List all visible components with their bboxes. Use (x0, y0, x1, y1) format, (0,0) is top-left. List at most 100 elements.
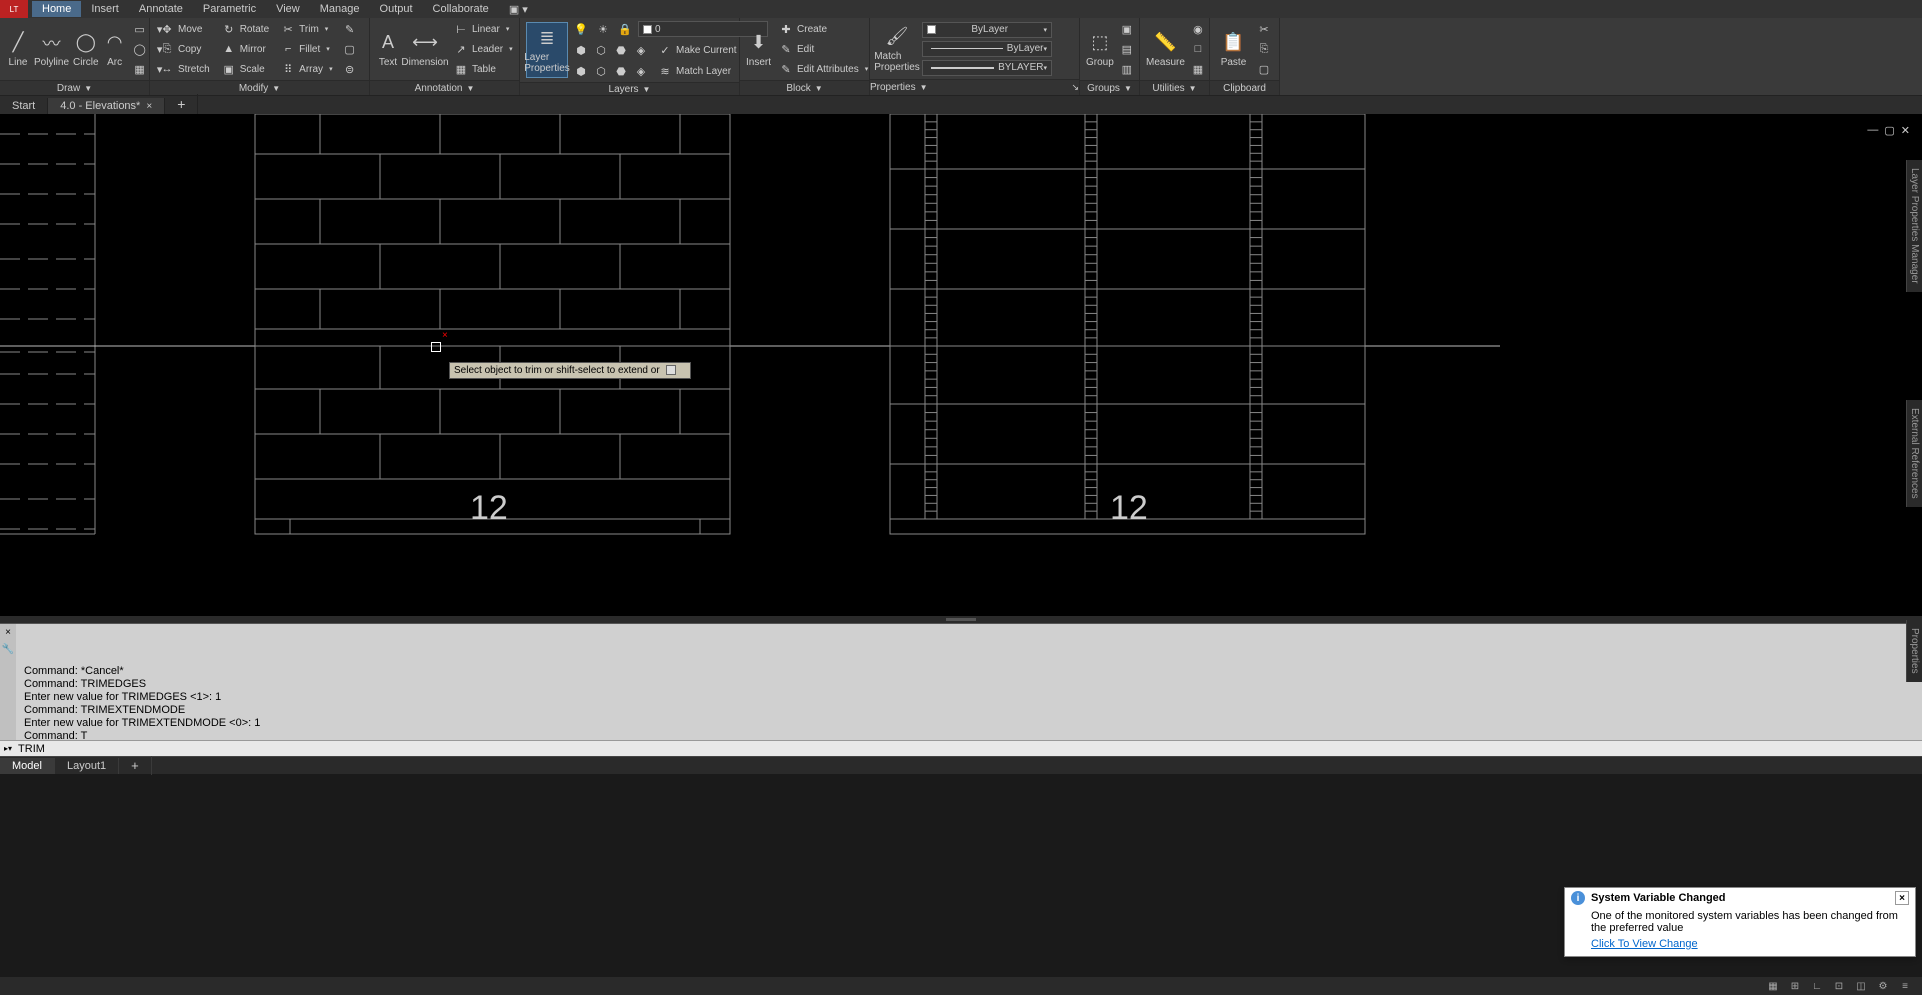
tab-layout-new[interactable]: + (119, 756, 152, 775)
rect-icon[interactable]: ▭ (131, 20, 149, 38)
tab-layout1[interactable]: Layout1 (55, 758, 119, 774)
line-button[interactable]: ╱Line (6, 21, 30, 77)
notification-close-icon[interactable]: × (1895, 891, 1909, 905)
restore-icon[interactable]: ▢ (1884, 124, 1894, 137)
tab-model[interactable]: Model (0, 758, 55, 774)
app-logo[interactable]: LT (0, 0, 28, 18)
panel-title-properties[interactable]: Properties▼↘ (870, 79, 1079, 95)
measure-button[interactable]: 📏Measure (1146, 21, 1185, 77)
trim-button[interactable]: ✂Trim▾ (277, 20, 336, 38)
grp1-icon[interactable]: ▣ (1118, 20, 1136, 38)
explode-icon[interactable]: ▢ (341, 40, 359, 58)
grp2-icon[interactable]: ▤ (1118, 40, 1136, 58)
copy-button[interactable]: ⎘Copy (156, 40, 214, 58)
notification-link[interactable]: Click To View Change (1565, 936, 1915, 956)
rotate-button[interactable]: ↻Rotate (218, 20, 273, 38)
command-input[interactable]: ▸▾ TRIM (0, 740, 1922, 756)
util3-icon[interactable]: ▦ (1189, 60, 1207, 78)
panel-title-groups[interactable]: Groups▼ (1080, 80, 1139, 95)
erase-icon[interactable]: ✎ (341, 20, 359, 38)
tooltip-toggle-icon[interactable] (666, 365, 676, 375)
lstate4-icon[interactable]: ◈ (632, 41, 650, 59)
ellipse-icon[interactable]: ◯ (131, 40, 149, 58)
command-resize-handle[interactable] (0, 616, 1922, 624)
drawing-canvas[interactable]: 12 12 × Select object to trim or shift-s… (0, 114, 1922, 616)
status-icon[interactable]: ⊞ (1786, 979, 1804, 993)
status-icon[interactable]: ⚙ (1874, 979, 1892, 993)
clip-icon[interactable]: ▢ (1255, 60, 1273, 78)
insert-button[interactable]: ⬇Insert (746, 21, 771, 77)
menu-tab-extra[interactable]: ▣ ▾ (499, 1, 538, 18)
scale-button[interactable]: ▣Scale (218, 60, 273, 78)
palette-layer-properties[interactable]: Layer Properties Manager (1906, 160, 1922, 292)
array-button[interactable]: ⠿Array▾ (277, 60, 336, 78)
minimize-icon[interactable]: — (1867, 124, 1878, 137)
lock-icon[interactable]: 🔒 (616, 20, 634, 38)
fillet-button[interactable]: ⌐Fillet▾ (277, 40, 336, 58)
move-button[interactable]: ✥Move (156, 20, 214, 38)
panel-title-clipboard[interactable]: Clipboard (1210, 80, 1279, 95)
lstate5-icon[interactable]: ⬢ (572, 62, 590, 80)
linetype-combo[interactable]: ByLayer▾ (922, 41, 1052, 57)
create-button[interactable]: ✚Create (775, 20, 872, 38)
edit-attributes-button[interactable]: ✎Edit Attributes▾ (775, 60, 872, 78)
panel-title-draw[interactable]: Draw▼ (0, 80, 149, 95)
command-history[interactable]: × 🔧 Command: *Cancel* Command: TRIMEDGES… (0, 624, 1922, 740)
cmd-close-icon[interactable]: × (5, 626, 11, 639)
menu-tab-home[interactable]: Home (32, 1, 81, 17)
menu-tab-output[interactable]: Output (370, 1, 423, 17)
leader-button[interactable]: ↗Leader▾ (450, 40, 517, 58)
lstate6-icon[interactable]: ⬡ (592, 62, 610, 80)
edit-button[interactable]: ✎Edit (775, 40, 872, 58)
status-icon[interactable]: ▦ (1764, 979, 1782, 993)
polyline-button[interactable]: 〰Polyline (34, 21, 69, 77)
table-button[interactable]: ▦Table (450, 60, 517, 78)
grp3-icon[interactable]: ▥ (1118, 60, 1136, 78)
close-icon[interactable]: × (146, 101, 152, 112)
bulb-icon[interactable]: 💡 (572, 20, 590, 38)
paste-button[interactable]: 📋Paste (1216, 21, 1251, 77)
close-view-icon[interactable]: ✕ (1901, 124, 1910, 137)
menu-tab-view[interactable]: View (266, 1, 310, 17)
util1-icon[interactable]: ◉ (1189, 20, 1207, 38)
panel-title-annotation[interactable]: Annotation▼ (370, 80, 519, 95)
text-button[interactable]: AText (376, 21, 400, 77)
linear-button[interactable]: ⊢Linear▾ (450, 20, 517, 38)
menu-tab-parametric[interactable]: Parametric (193, 1, 266, 17)
tab-new[interactable]: + (165, 94, 198, 114)
panel-title-utilities[interactable]: Utilities▼ (1140, 80, 1209, 95)
lstate2-icon[interactable]: ⬡ (592, 41, 610, 59)
cmd-wrench-icon[interactable]: 🔧 (2, 643, 14, 656)
status-icon[interactable]: ⊡ (1830, 979, 1848, 993)
tab-start[interactable]: Start (0, 98, 48, 114)
dimension-button[interactable]: ⟷Dimension (404, 21, 446, 77)
menu-tab-annotate[interactable]: Annotate (129, 1, 193, 17)
status-icon[interactable]: ◫ (1852, 979, 1870, 993)
lineweight-combo[interactable]: BYLAYER▾ (922, 60, 1052, 76)
group-button[interactable]: ⬚Group (1086, 21, 1114, 77)
copy2-icon[interactable]: ⎘ (1255, 40, 1273, 58)
cmd-arrow-icon[interactable]: ▸▾ (4, 744, 12, 753)
menu-tab-collaborate[interactable]: Collaborate (423, 1, 499, 17)
lstate1-icon[interactable]: ⬢ (572, 41, 590, 59)
lstate3-icon[interactable]: ⬣ (612, 41, 630, 59)
match-properties-button[interactable]: 🖌Match Properties (876, 21, 918, 77)
tab-active-file[interactable]: 4.0 - Elevations*× (48, 98, 165, 114)
util2-icon[interactable]: □ (1189, 40, 1207, 58)
offset-icon[interactable]: ⊜ (341, 60, 359, 78)
circle-button[interactable]: ◯Circle (73, 21, 99, 77)
status-icon[interactable]: ∟ (1808, 979, 1826, 993)
make-current-button[interactable]: ✓Make Current (654, 41, 741, 59)
menu-tab-insert[interactable]: Insert (81, 1, 129, 17)
palette-external-references[interactable]: External References (1906, 400, 1922, 507)
status-icon[interactable]: ≡ (1896, 979, 1914, 993)
hatch-icon[interactable]: ▦ (131, 60, 149, 78)
menu-tab-manage[interactable]: Manage (310, 1, 370, 17)
mirror-button[interactable]: ▲Mirror (218, 40, 273, 58)
layer-properties-button[interactable]: ≣Layer Properties (526, 22, 568, 78)
sun-icon[interactable]: ☀ (594, 20, 612, 38)
arc-button[interactable]: ◠Arc (103, 21, 127, 77)
match-layer-button[interactable]: ≋Match Layer (654, 62, 735, 80)
stretch-button[interactable]: ↔Stretch (156, 60, 214, 78)
lstate8-icon[interactable]: ◈ (632, 62, 650, 80)
